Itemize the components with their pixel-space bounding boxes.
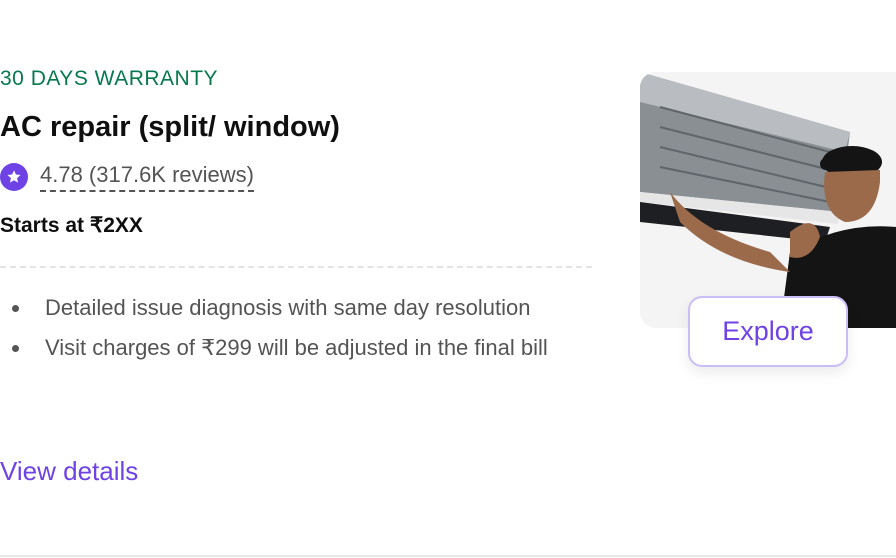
- warranty-badge: 30 DAYS WARRANTY: [0, 67, 219, 90]
- rating-row: 4.78 (317.6K reviews): [0, 162, 254, 192]
- service-image[interactable]: [640, 72, 896, 328]
- price-text: Starts at ₹2XX: [0, 214, 143, 237]
- view-details-link[interactable]: View details: [0, 456, 138, 487]
- bullet-dot: [12, 305, 19, 312]
- star-icon: [0, 163, 28, 191]
- service-card: 30 DAYS WARRANTY AC repair (split/ windo…: [0, 0, 896, 558]
- feature-text: Visit charges of ₹299 will be adjusted i…: [45, 335, 548, 360]
- feature-list: Detailed issue diagnosis with same day r…: [0, 292, 560, 372]
- bottom-divider: [0, 555, 896, 557]
- service-title: AC repair (split/ window): [0, 111, 340, 143]
- list-item: Visit charges of ₹299 will be adjusted i…: [0, 332, 560, 364]
- bullet-dot: [12, 345, 19, 352]
- feature-text: Detailed issue diagnosis with same day r…: [45, 295, 531, 320]
- explore-button[interactable]: Explore: [688, 296, 848, 367]
- divider: [0, 266, 592, 268]
- list-item: Detailed issue diagnosis with same day r…: [0, 292, 560, 324]
- rating-text[interactable]: 4.78 (317.6K reviews): [40, 162, 254, 192]
